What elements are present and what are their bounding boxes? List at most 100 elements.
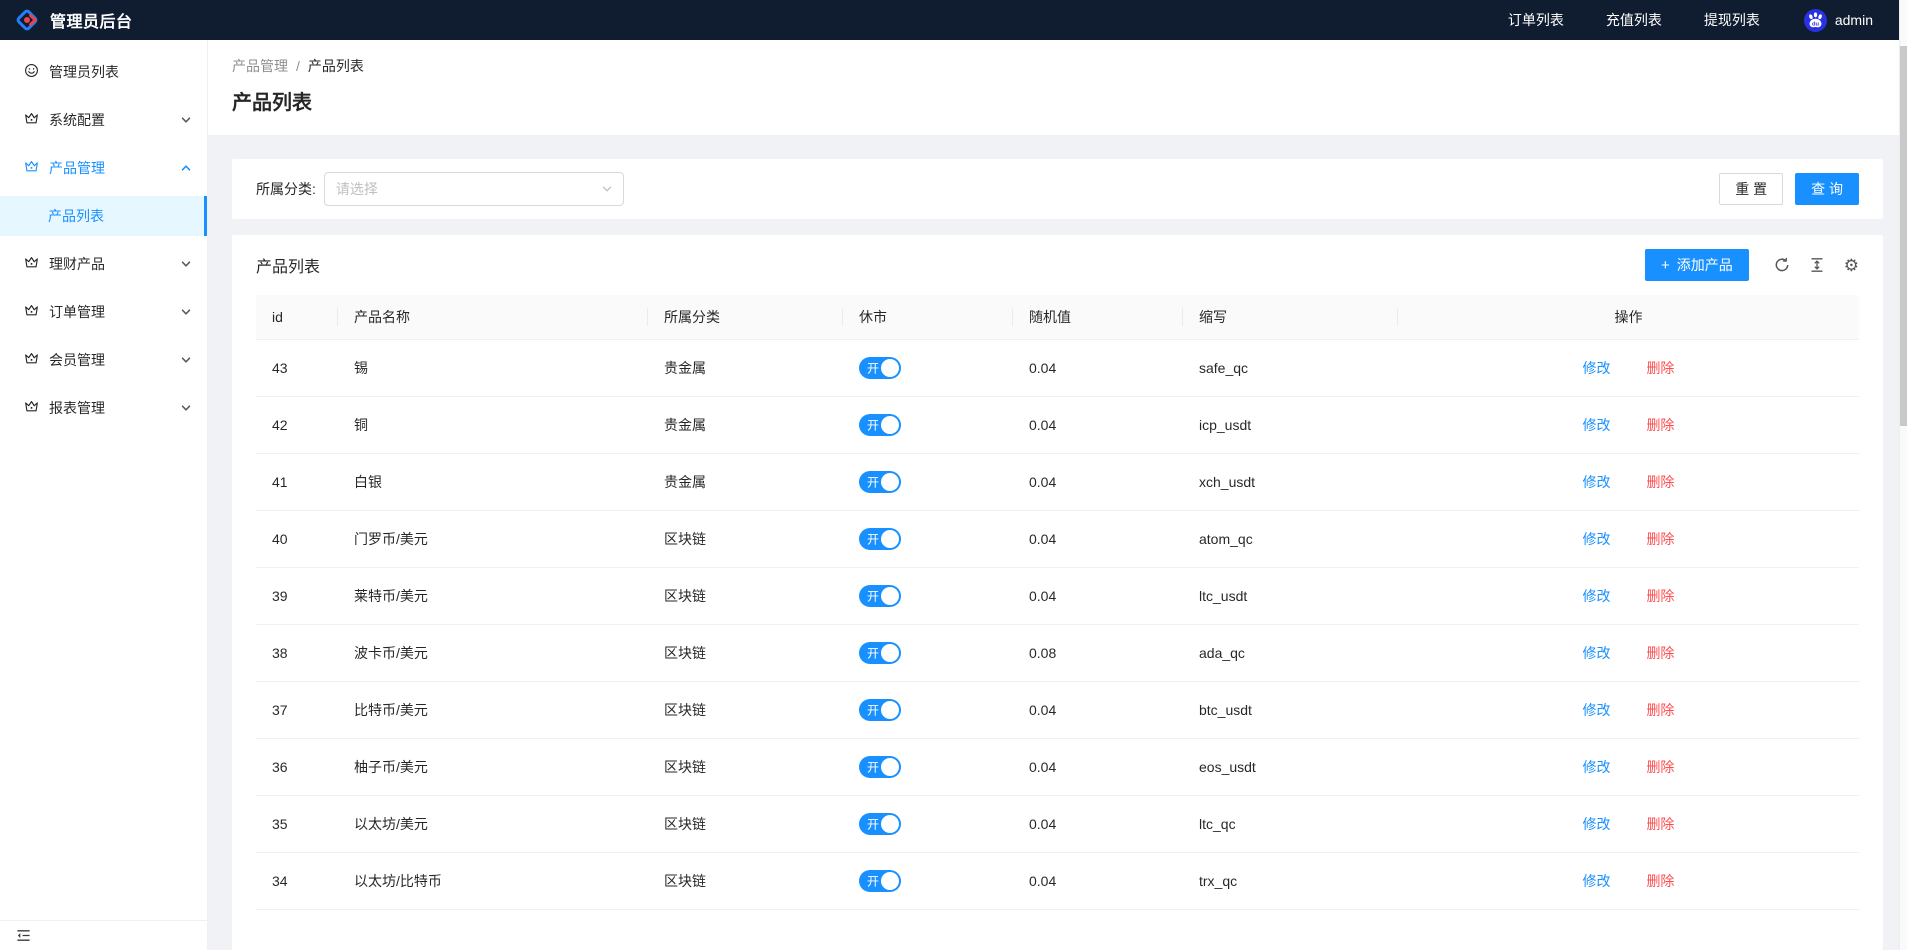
- edit-link[interactable]: 修改: [1583, 645, 1611, 661]
- delete-link[interactable]: 删除: [1646, 588, 1674, 604]
- delete-link[interactable]: 删除: [1646, 474, 1674, 490]
- cell-random-value: 0.04: [1013, 511, 1183, 568]
- add-product-button[interactable]: + 添加产品: [1645, 249, 1749, 281]
- breadcrumb-parent[interactable]: 产品管理: [232, 58, 288, 74]
- cell-abbr: ltc_usdt: [1183, 568, 1398, 625]
- market-toggle[interactable]: 开: [859, 471, 901, 493]
- reload-icon[interactable]: [1774, 257, 1790, 273]
- edit-link[interactable]: 修改: [1583, 759, 1611, 775]
- chevron-icon: [181, 259, 191, 269]
- page-scrollbar[interactable]: [1899, 0, 1907, 950]
- market-toggle[interactable]: 开: [859, 699, 901, 721]
- username: admin: [1835, 12, 1873, 28]
- content: 所属分类: 请选择 重 置 查 询 产品列表: [208, 135, 1907, 950]
- sidebar-item[interactable]: 报表管理: [0, 388, 207, 428]
- table-row: 34 以太坊/比特币 区块链 开 0.04 trx_qc 修改 删除: [256, 853, 1859, 910]
- edit-link[interactable]: 修改: [1583, 360, 1611, 376]
- sidebar-item[interactable]: 产品管理: [0, 148, 207, 188]
- cell-id: 43: [256, 340, 338, 397]
- edit-link[interactable]: 修改: [1583, 417, 1611, 433]
- toggle-on-label: 开: [867, 759, 879, 776]
- delete-link[interactable]: 删除: [1646, 645, 1674, 661]
- toggle-on-label: 开: [867, 360, 879, 377]
- delete-link[interactable]: 删除: [1646, 702, 1674, 718]
- delete-link[interactable]: 删除: [1646, 816, 1674, 832]
- market-toggle[interactable]: 开: [859, 585, 901, 607]
- cell-category: 区块链: [648, 568, 843, 625]
- navbar-link[interactable]: 充值列表: [1606, 10, 1662, 30]
- market-toggle[interactable]: 开: [859, 813, 901, 835]
- cell-random-value: 0.04: [1013, 853, 1183, 910]
- toggle-knob: [881, 872, 899, 890]
- chevron-icon: [181, 163, 191, 173]
- edit-link[interactable]: 修改: [1583, 588, 1611, 604]
- cell-actions: 修改 删除: [1398, 853, 1859, 910]
- scrollbar-thumb[interactable]: [1900, 46, 1907, 426]
- cell-market: 开: [843, 511, 1013, 568]
- edit-link[interactable]: 修改: [1583, 531, 1611, 547]
- cell-product-name: 波卡币/美元: [338, 625, 648, 682]
- delete-link[interactable]: 删除: [1646, 759, 1674, 775]
- navbar-link[interactable]: 提现列表: [1704, 10, 1760, 30]
- sidebar-item-icon: [24, 111, 39, 129]
- cell-product-name: 柚子币/美元: [338, 739, 648, 796]
- chevron-down-icon: [602, 184, 612, 194]
- sidebar-item[interactable]: 理财产品: [0, 244, 207, 284]
- table-row: 35 以太坊/美元 区块链 开 0.04 ltc_qc 修改 删除: [256, 796, 1859, 853]
- cell-random-value: 0.04: [1013, 796, 1183, 853]
- toggle-knob: [881, 758, 899, 776]
- market-toggle[interactable]: 开: [859, 414, 901, 436]
- settings-icon[interactable]: ⚙: [1844, 257, 1859, 274]
- delete-link[interactable]: 删除: [1646, 417, 1674, 433]
- cell-category: 区块链: [648, 511, 843, 568]
- sidebar-item[interactable]: 管理员列表: [0, 52, 207, 92]
- cell-abbr: btc_usdt: [1183, 682, 1398, 739]
- edit-link[interactable]: 修改: [1583, 474, 1611, 490]
- sidebar-item[interactable]: 系统配置: [0, 100, 207, 140]
- product-table: id 产品名称 所属分类 休市 随机值 缩写 操作 43 锡 贵金属: [256, 295, 1859, 910]
- sidebar-collapse-bar[interactable]: [0, 920, 207, 950]
- cell-id: 39: [256, 568, 338, 625]
- edit-link[interactable]: 修改: [1583, 816, 1611, 832]
- sidebar-menu: 管理员列表 系统配置 产品管理 产品列表 理财产品 订单管理 会员管理 报表管理: [0, 52, 207, 428]
- col-category: 所属分类: [648, 295, 843, 340]
- delete-link[interactable]: 删除: [1646, 873, 1674, 889]
- cell-id: 42: [256, 397, 338, 454]
- cell-abbr: icp_usdt: [1183, 397, 1398, 454]
- toggle-knob: [881, 416, 899, 434]
- app-root: 管理员后台 订单列表充值列表提现列表 du admin: [0, 0, 1907, 950]
- navbar-link[interactable]: 订单列表: [1508, 10, 1564, 30]
- column-height-icon[interactable]: [1809, 257, 1825, 273]
- toggle-on-label: 开: [867, 816, 879, 833]
- market-toggle[interactable]: 开: [859, 528, 901, 550]
- category-select[interactable]: 请选择: [324, 172, 624, 206]
- query-button[interactable]: 查 询: [1795, 173, 1859, 205]
- market-toggle[interactable]: 开: [859, 870, 901, 892]
- add-product-label: 添加产品: [1677, 255, 1733, 275]
- market-toggle[interactable]: 开: [859, 642, 901, 664]
- market-toggle[interactable]: 开: [859, 357, 901, 379]
- cell-id: 35: [256, 796, 338, 853]
- cell-abbr: eos_usdt: [1183, 739, 1398, 796]
- cell-actions: 修改 删除: [1398, 511, 1859, 568]
- filter-actions: 重 置 查 询: [1719, 173, 1859, 205]
- cell-random-value: 0.04: [1013, 397, 1183, 454]
- sidebar-item[interactable]: 会员管理: [0, 340, 207, 380]
- sidebar-item[interactable]: 订单管理: [0, 292, 207, 332]
- sidebar-item-icon: [24, 159, 39, 177]
- sidebar-subitem[interactable]: 产品列表: [0, 196, 207, 236]
- cell-market: 开: [843, 625, 1013, 682]
- cell-actions: 修改 删除: [1398, 625, 1859, 682]
- edit-link[interactable]: 修改: [1583, 702, 1611, 718]
- sidebar-item-label: 系统配置: [49, 110, 181, 130]
- delete-link[interactable]: 删除: [1646, 360, 1674, 376]
- toggle-knob: [881, 644, 899, 662]
- menu-fold-icon[interactable]: [16, 928, 31, 943]
- user-menu[interactable]: du admin: [1804, 9, 1873, 32]
- sidebar-item-icon: [24, 255, 39, 273]
- delete-link[interactable]: 删除: [1646, 531, 1674, 547]
- edit-link[interactable]: 修改: [1583, 873, 1611, 889]
- page-title: 产品列表: [232, 86, 1883, 115]
- market-toggle[interactable]: 开: [859, 756, 901, 778]
- reset-button[interactable]: 重 置: [1719, 173, 1783, 205]
